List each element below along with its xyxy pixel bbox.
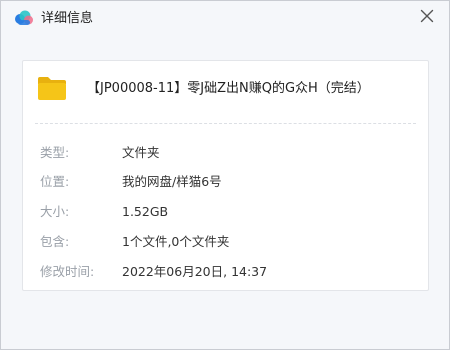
- detail-label: 位置:: [40, 174, 70, 189]
- detail-label: 修改时间:: [40, 264, 95, 279]
- folder-icon: [38, 77, 66, 100]
- detail-value: 文件夹: [122, 145, 160, 160]
- divider: [35, 123, 416, 124]
- baidu-netdisk-cloud-icon: [15, 10, 33, 25]
- detail-label: 类型:: [40, 145, 70, 160]
- details-dialog: 详细信息 【JP00008-11】零J础Z出N赚Q的G众H（完结） 类型: 文件…: [0, 0, 450, 350]
- details-card: 【JP00008-11】零J础Z出N赚Q的G众H（完结） 类型: 文件夹 位置:…: [22, 60, 429, 291]
- detail-label: 大小:: [40, 204, 70, 219]
- detail-value: 我的网盘/样猫6号: [122, 174, 222, 189]
- title-bar[interactable]: 详细信息: [1, 1, 449, 37]
- detail-label: 包含:: [40, 234, 70, 249]
- detail-value: 1.52GB: [122, 204, 169, 219]
- file-name: 【JP00008-11】零J础Z出N赚Q的G众H（完结）: [87, 81, 370, 96]
- close-button[interactable]: [415, 4, 439, 28]
- detail-value: 2022年06月20日, 14:37: [122, 264, 268, 279]
- dialog-title: 详细信息: [41, 11, 94, 26]
- close-icon: [420, 9, 434, 23]
- detail-value: 1个文件,0个文件夹: [122, 234, 230, 249]
